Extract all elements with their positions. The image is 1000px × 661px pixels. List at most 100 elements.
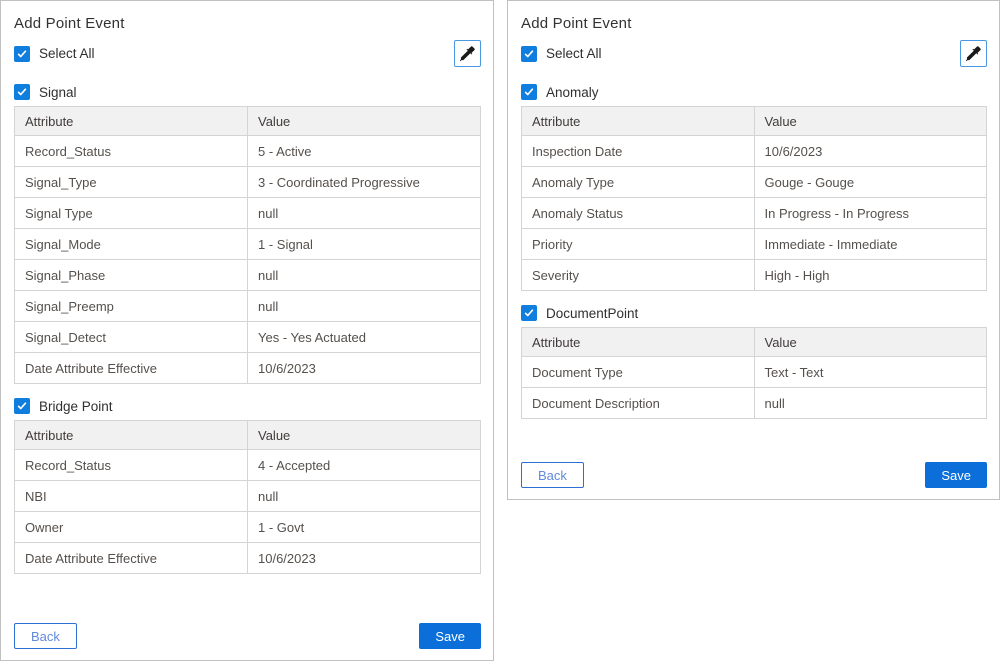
table-row: Signal_Phasenull <box>15 260 481 291</box>
table-row: Document TypeText - Text <box>522 357 987 388</box>
attribute-cell: Signal_Mode <box>15 229 248 260</box>
table-row: Signal_DetectYes - Yes Actuated <box>15 322 481 353</box>
select-all-label: Select All <box>39 46 95 61</box>
table-row: PriorityImmediate - Immediate <box>522 229 987 260</box>
value-cell: High - High <box>754 260 987 291</box>
add-point-event-popups: Add Point Event Select All Signal Attribu… <box>0 0 1000 661</box>
value-cell: null <box>248 198 481 229</box>
value-cell: 10/6/2023 <box>248 543 481 574</box>
table-header-row: AttributeValue <box>15 421 481 450</box>
attribute-cell: Date Attribute Effective <box>15 543 248 574</box>
value-cell: Gouge - Gouge <box>754 167 987 198</box>
attribute-cell: Severity <box>522 260 755 291</box>
value-cell: 1 - Signal <box>248 229 481 260</box>
back-button[interactable]: Back <box>14 623 77 649</box>
table-row: Record_Status5 - Active <box>15 136 481 167</box>
pipette-button[interactable] <box>454 40 481 67</box>
checkbox[interactable] <box>14 84 30 100</box>
groups-list: SignalAttributeValueRecord_Status5 - Act… <box>14 84 481 574</box>
attribute-cell: Document Type <box>522 357 755 388</box>
layer-group: Anomaly AttributeValueInspection Date10/6… <box>521 84 987 291</box>
attributes-table: AttributeValueRecord_Status5 - ActiveSig… <box>14 106 481 384</box>
group-checkbox-row[interactable]: Anomaly <box>521 84 987 100</box>
select-all-checkbox[interactable] <box>521 46 537 62</box>
value-cell: 5 - Active <box>248 136 481 167</box>
checkbox[interactable] <box>14 398 30 414</box>
table-row: Record_Status4 - Accepted <box>15 450 481 481</box>
table-header-row: AttributeValue <box>15 107 481 136</box>
panel-topbar: Select All <box>521 40 987 67</box>
column-header-attribute: Attribute <box>15 421 248 450</box>
attribute-cell: NBI <box>15 481 248 512</box>
panel-title: Add Point Event <box>521 15 987 32</box>
table-row: Owner1 - Govt <box>15 512 481 543</box>
save-button[interactable]: Save <box>419 623 481 649</box>
column-header-attribute: Attribute <box>522 328 755 357</box>
attribute-cell: Record_Status <box>15 136 248 167</box>
add-point-event-panel-left: Add Point Event Select All Signal Attribu… <box>0 0 494 661</box>
attributes-table: AttributeValueDocument TypeText - TextDo… <box>521 327 987 419</box>
attribute-cell: Owner <box>15 512 248 543</box>
column-header-attribute: Attribute <box>522 107 755 136</box>
back-button[interactable]: Back <box>521 462 584 488</box>
table-row: Anomaly StatusIn Progress - In Progress <box>522 198 987 229</box>
column-header-value: Value <box>754 107 987 136</box>
table-row: Document Descriptionnull <box>522 388 987 419</box>
layer-group: DocumentPoint AttributeValueDocument Type… <box>521 305 987 419</box>
attribute-cell: Signal_Detect <box>15 322 248 353</box>
value-cell: 10/6/2023 <box>248 353 481 384</box>
attribute-cell: Signal Type <box>15 198 248 229</box>
table-row: SeverityHigh - High <box>522 260 987 291</box>
layer-group: Signal AttributeValueRecord_Status5 - Act… <box>14 84 481 384</box>
checkbox[interactable] <box>521 305 537 321</box>
eyedropper-icon <box>966 46 981 61</box>
attribute-cell: Signal_Phase <box>15 260 248 291</box>
layer-group: Bridge Point AttributeValueRecord_Status4… <box>14 398 481 574</box>
pipette-button[interactable] <box>960 40 987 67</box>
select-all-checkbox-row[interactable]: Select All <box>521 46 602 62</box>
table-row: NBInull <box>15 481 481 512</box>
group-label: Anomaly <box>546 85 599 100</box>
add-point-event-panel-right: Add Point Event Select All Anomaly Attrib… <box>507 0 1000 500</box>
attribute-cell: Anomaly Status <box>522 198 755 229</box>
value-cell: null <box>248 481 481 512</box>
panel-footer: Back Save <box>521 448 987 488</box>
eyedropper-icon <box>460 46 475 61</box>
panel-topbar: Select All <box>14 40 481 67</box>
value-cell: 3 - Coordinated Progressive <box>248 167 481 198</box>
panel-footer: Back Save <box>14 609 481 649</box>
value-cell: null <box>248 291 481 322</box>
attribute-cell: Record_Status <box>15 450 248 481</box>
value-cell: 1 - Govt <box>248 512 481 543</box>
column-header-value: Value <box>248 421 481 450</box>
checkbox[interactable] <box>521 84 537 100</box>
value-cell: null <box>248 260 481 291</box>
attribute-cell: Priority <box>522 229 755 260</box>
save-button[interactable]: Save <box>925 462 987 488</box>
value-cell: Yes - Yes Actuated <box>248 322 481 353</box>
attributes-table: AttributeValueRecord_Status4 - AcceptedN… <box>14 420 481 574</box>
value-cell: Immediate - Immediate <box>754 229 987 260</box>
value-cell: 4 - Accepted <box>248 450 481 481</box>
value-cell: Text - Text <box>754 357 987 388</box>
group-label: Bridge Point <box>39 399 113 414</box>
attribute-cell: Signal_Preemp <box>15 291 248 322</box>
column-header-value: Value <box>754 328 987 357</box>
attribute-cell: Signal_Type <box>15 167 248 198</box>
table-row: Date Attribute Effective10/6/2023 <box>15 353 481 384</box>
select-all-checkbox-row[interactable]: Select All <box>14 46 95 62</box>
attribute-cell: Anomaly Type <box>522 167 755 198</box>
table-row: Signal_Type3 - Coordinated Progressive <box>15 167 481 198</box>
value-cell: In Progress - In Progress <box>754 198 987 229</box>
panel-title: Add Point Event <box>14 15 481 32</box>
table-row: Anomaly TypeGouge - Gouge <box>522 167 987 198</box>
group-checkbox-row[interactable]: DocumentPoint <box>521 305 987 321</box>
value-cell: null <box>754 388 987 419</box>
group-checkbox-row[interactable]: Bridge Point <box>14 398 481 414</box>
table-header-row: AttributeValue <box>522 328 987 357</box>
table-row: Signal_Preempnull <box>15 291 481 322</box>
table-row: Inspection Date10/6/2023 <box>522 136 987 167</box>
attributes-table: AttributeValueInspection Date10/6/2023An… <box>521 106 987 291</box>
select-all-checkbox[interactable] <box>14 46 30 62</box>
group-checkbox-row[interactable]: Signal <box>14 84 481 100</box>
